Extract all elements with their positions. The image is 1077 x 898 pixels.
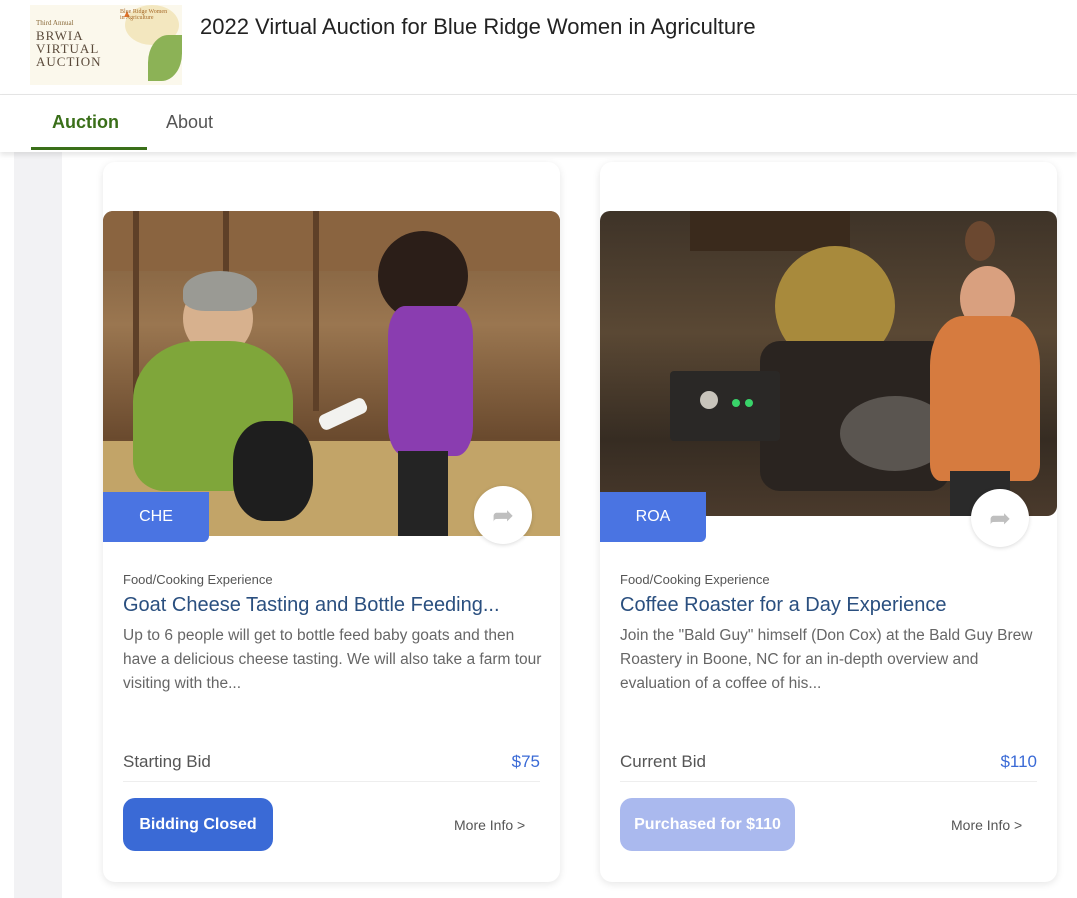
brwia-logo[interactable]: ▲ Blue Ridge Women in Agriculture Third … bbox=[30, 5, 182, 85]
logo-wordmark: BRWIA VIRTUAL AUCTION bbox=[36, 28, 102, 69]
bid-amount: $110 bbox=[1000, 752, 1037, 771]
bid-label: Current Bid bbox=[620, 752, 706, 771]
logo-third-annual: Third Annual bbox=[36, 19, 74, 27]
item-description: Join the "Bald Guy" himself (Don Cox) at… bbox=[620, 627, 1033, 692]
item-photo[interactable] bbox=[600, 211, 1057, 516]
bid-label: Starting Bid bbox=[123, 752, 211, 771]
share-arrow-icon[interactable]: ➦ bbox=[474, 486, 532, 544]
more-info-link[interactable]: More Info > bbox=[454, 817, 525, 833]
auction-item-card[interactable]: ROA ➦ Food/Cooking Experience Coffee Roa… bbox=[600, 162, 1057, 882]
item-category: Food/Cooking Experience bbox=[620, 572, 770, 587]
site-header: ▲ Blue Ridge Women in Agriculture Third … bbox=[0, 0, 1077, 95]
item-title-link[interactable]: Goat Cheese Tasting and Bottle Feeding..… bbox=[123, 594, 543, 617]
purchased-button[interactable]: Purchased for $110 bbox=[620, 798, 795, 851]
auction-item-card[interactable]: CHE ➦ Food/Cooking Experience Goat Chees… bbox=[103, 162, 560, 882]
tab-about[interactable]: About bbox=[166, 112, 213, 133]
item-description: Up to 6 people will get to bottle feed b… bbox=[123, 627, 542, 692]
item-title-link[interactable]: Coffee Roaster for a Day Experience bbox=[620, 594, 1040, 617]
logo-org-text: Blue Ridge Women in Agriculture bbox=[120, 9, 168, 21]
left-gutter bbox=[14, 152, 62, 898]
bid-row: Current Bid $110 bbox=[620, 752, 1037, 782]
item-code-badge: CHE bbox=[103, 492, 209, 542]
bid-amount: $75 bbox=[511, 752, 540, 771]
more-info-link[interactable]: More Info > bbox=[951, 817, 1022, 833]
item-category: Food/Cooking Experience bbox=[123, 572, 273, 587]
bidding-closed-button[interactable]: Bidding Closed bbox=[123, 798, 273, 851]
tab-auction[interactable]: Auction bbox=[52, 112, 119, 133]
auction-grid: CHE ➦ Food/Cooking Experience Goat Chees… bbox=[0, 152, 1077, 898]
active-tab-indicator bbox=[31, 147, 147, 150]
share-arrow-icon[interactable]: ➦ bbox=[971, 489, 1029, 547]
item-code-badge: ROA bbox=[600, 492, 706, 542]
page-title: 2022 Virtual Auction for Blue Ridge Wome… bbox=[200, 14, 756, 39]
main-nav: Auction About bbox=[0, 95, 1077, 152]
bid-row: Starting Bid $75 bbox=[123, 752, 540, 782]
